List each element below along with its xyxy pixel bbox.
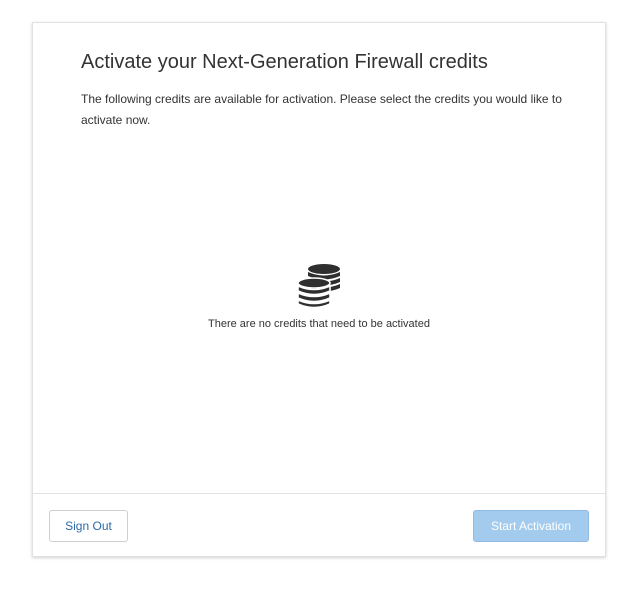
sign-out-button[interactable]: Sign Out bbox=[49, 510, 128, 542]
start-activation-button[interactable]: Start Activation bbox=[473, 510, 589, 542]
dialog-footer: Sign Out Start Activation bbox=[33, 493, 605, 557]
activation-dialog: Activate your Next-Generation Firewall c… bbox=[32, 22, 606, 557]
empty-state-message: There are no credits that need to be act… bbox=[208, 318, 430, 330]
dialog-title: Activate your Next-Generation Firewall c… bbox=[81, 51, 488, 73]
dialog-description: The following credits are available for … bbox=[81, 92, 562, 127]
coins-icon bbox=[297, 264, 340, 309]
empty-state: There are no credits that need to be act… bbox=[33, 263, 605, 330]
